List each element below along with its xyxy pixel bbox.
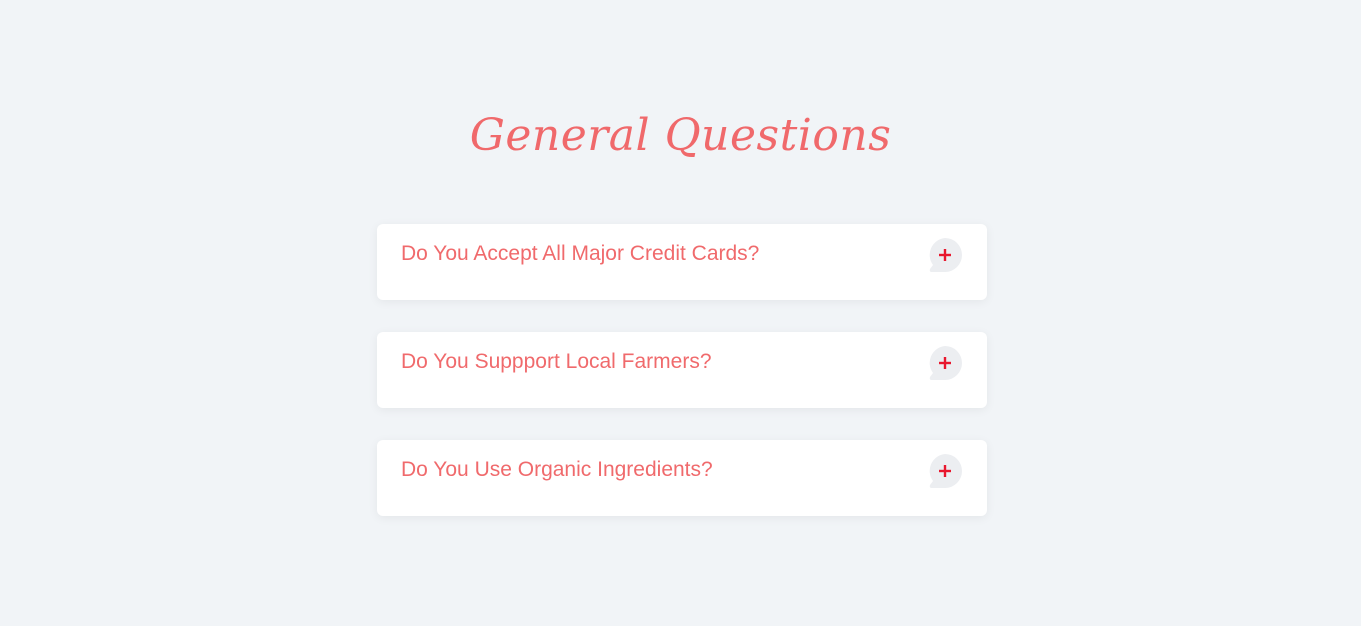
plus-icon — [929, 454, 962, 488]
faq-item-organic-ingredients[interactable]: Do You Use Organic Ingredients? — [377, 440, 987, 516]
faq-question[interactable]: Do You Use Organic Ingredients? — [401, 456, 713, 484]
expand-toggle-button[interactable] — [928, 238, 962, 272]
plus-icon — [929, 238, 962, 272]
faq-section: General Questions Do You Accept All Majo… — [0, 0, 1361, 626]
faq-question[interactable]: Do You Suppport Local Farmers? — [401, 348, 712, 376]
section-title: General Questions — [469, 110, 892, 161]
expand-toggle-button[interactable] — [928, 346, 962, 380]
faq-item-local-farmers[interactable]: Do You Suppport Local Farmers? — [377, 332, 987, 408]
faq-item-credit-cards[interactable]: Do You Accept All Major Credit Cards? — [377, 224, 987, 300]
faq-question[interactable]: Do You Accept All Major Credit Cards? — [401, 240, 759, 268]
plus-icon — [929, 346, 962, 380]
expand-toggle-button[interactable] — [928, 454, 962, 488]
faq-list: Do You Accept All Major Credit Cards? Do… — [377, 224, 987, 548]
